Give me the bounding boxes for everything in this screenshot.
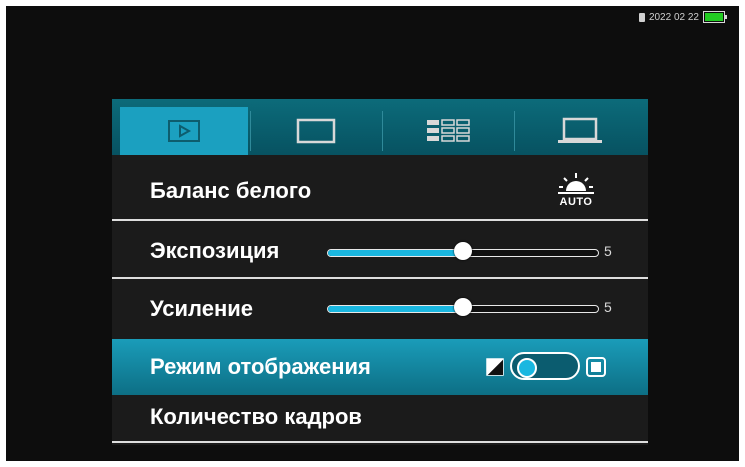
tab-multiview[interactable] bbox=[384, 107, 512, 155]
display-mode-toggle[interactable] bbox=[480, 352, 610, 382]
camera-screen: 2022 02 22 Баланс белого AUTO Экспозиция… bbox=[6, 6, 739, 461]
status-bar: 2022 02 22 bbox=[638, 10, 727, 24]
status-date: 2022 02 22 bbox=[648, 11, 699, 23]
monitor-icon bbox=[296, 118, 336, 144]
exposure-value: 5 bbox=[604, 243, 612, 259]
play-icon bbox=[168, 120, 200, 142]
sd-card-icon bbox=[638, 12, 645, 22]
display-mode-row[interactable]: Режим отображения bbox=[112, 339, 648, 395]
slider-fill bbox=[328, 250, 463, 256]
toggle-switch[interactable] bbox=[510, 352, 580, 380]
toggle-knob bbox=[517, 358, 537, 378]
awb-auto-text: AUTO bbox=[559, 196, 593, 208]
row-divider bbox=[112, 277, 648, 279]
slider-thumb[interactable] bbox=[454, 298, 472, 316]
gain-row[interactable]: Усиление 5 bbox=[112, 281, 648, 337]
gain-value: 5 bbox=[604, 299, 612, 315]
battery-icon bbox=[703, 11, 727, 23]
exposure-label: Экспозиция bbox=[150, 238, 280, 263]
awb-auto-icon: AUTO bbox=[556, 171, 596, 211]
row-divider bbox=[112, 219, 648, 221]
square-frame-icon bbox=[586, 357, 606, 377]
slider-fill bbox=[328, 306, 463, 312]
exposure-slider[interactable] bbox=[327, 241, 599, 263]
white-balance-row[interactable]: Баланс белого AUTO bbox=[112, 163, 648, 219]
row-divider bbox=[112, 441, 648, 443]
laptop-icon bbox=[558, 117, 602, 143]
settings-menu: Баланс белого AUTO Экспозиция 5 Усиление… bbox=[112, 99, 648, 445]
grid-icon bbox=[427, 119, 470, 142]
frame-count-row[interactable]: Количество кадров bbox=[112, 389, 648, 445]
gain-slider[interactable] bbox=[327, 297, 599, 319]
frame-count-label: Количество кадров bbox=[150, 404, 362, 429]
tab-bar bbox=[112, 99, 648, 155]
exposure-row[interactable]: Экспозиция 5 bbox=[112, 223, 648, 279]
tab-system[interactable] bbox=[516, 107, 644, 155]
gain-label: Усиление bbox=[150, 296, 254, 321]
slider-thumb[interactable] bbox=[454, 242, 472, 260]
tab-display[interactable] bbox=[252, 107, 380, 155]
contrast-icon bbox=[486, 358, 504, 376]
tab-playback[interactable] bbox=[120, 107, 248, 155]
white-balance-label: Баланс белого bbox=[150, 178, 312, 203]
display-mode-label: Режим отображения bbox=[150, 354, 371, 379]
